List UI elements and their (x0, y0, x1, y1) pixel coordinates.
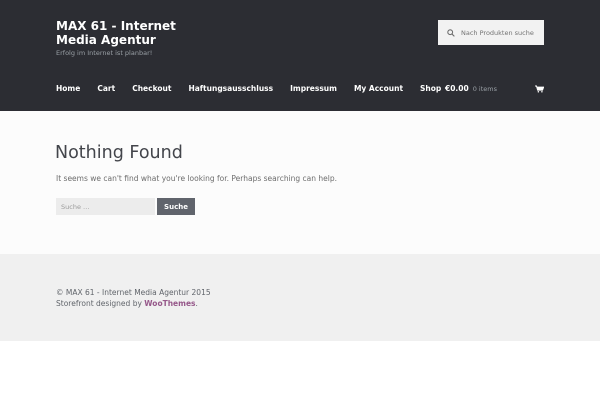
site-footer: © MAX 61 - Internet Media Agentur 2015 S… (0, 254, 600, 341)
content-search-input[interactable] (56, 198, 155, 215)
credit-prefix: Storefront designed by (56, 299, 145, 308)
product-search[interactable] (438, 20, 544, 45)
copyright-text: © MAX 61 - Internet Media Agentur 2015 (56, 288, 211, 297)
site-header: MAX 61 - Internet Media Agentur Erfolg i… (0, 0, 600, 111)
footer-info: © MAX 61 - Internet Media Agentur 2015 S… (56, 287, 211, 309)
content-search-form: Suche (56, 198, 195, 215)
site-tagline: Erfolg im Internet ist planbar! (56, 49, 153, 57)
footer-credit: Storefront designed by WooThemes. (56, 298, 211, 309)
search-icon (447, 28, 455, 37)
cart-item-count: 0 items (472, 85, 498, 93)
header-cart[interactable]: €0.00 0 items (445, 84, 544, 94)
search-button[interactable]: Suche (157, 198, 195, 215)
main-content: Nothing Found It seems we can't find wha… (0, 111, 600, 254)
nav-item-impressum[interactable]: Impressum (290, 84, 337, 94)
nav-item-home[interactable]: Home (56, 84, 80, 94)
nav-item-cart[interactable]: Cart (97, 84, 115, 94)
shopping-cart-icon (535, 85, 544, 93)
primary-navigation: Home Cart Checkout Haftungsausschluss Im… (56, 84, 458, 94)
page-bottom (0, 341, 600, 400)
product-search-input[interactable] (461, 28, 541, 37)
nav-item-haftungsausschluss[interactable]: Haftungsausschluss (188, 84, 273, 94)
page-title: Nothing Found (55, 143, 183, 163)
credit-suffix: . (195, 299, 198, 308)
woothemes-link[interactable]: WooThemes (144, 299, 195, 308)
cart-total: €0.00 (445, 84, 469, 93)
site-title[interactable]: MAX 61 - Internet Media Agentur (56, 19, 186, 47)
not-found-message: It seems we can't find what you're looki… (56, 174, 338, 183)
nav-item-checkout[interactable]: Checkout (132, 84, 171, 94)
nav-item-shop[interactable]: Shop (420, 84, 441, 94)
nav-item-my-account[interactable]: My Account (354, 84, 403, 94)
